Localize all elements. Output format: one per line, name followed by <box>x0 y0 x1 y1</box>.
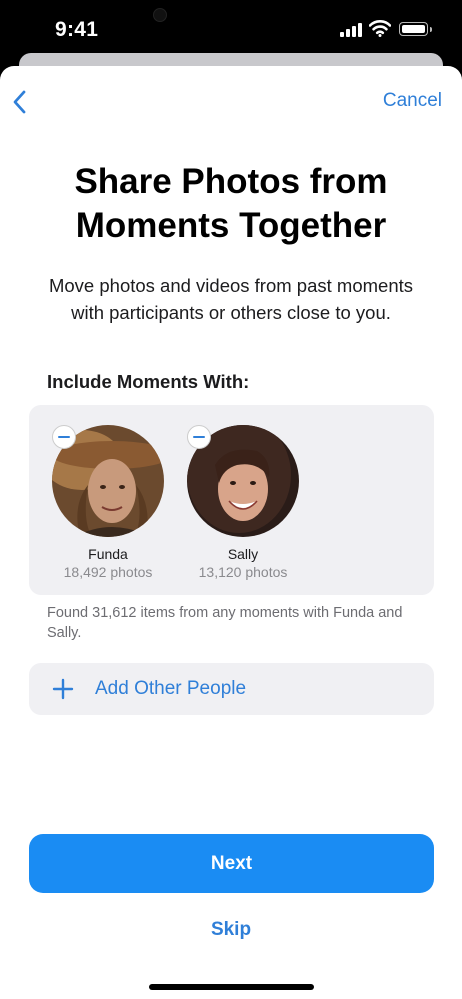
person-funda[interactable]: Funda 18,492 photos <box>52 425 164 580</box>
minus-icon <box>58 436 70 438</box>
person-photo-count: 13,120 photos <box>198 564 288 580</box>
cancel-button[interactable]: Cancel <box>383 90 442 112</box>
remove-sally-button[interactable] <box>187 425 211 449</box>
skip-button[interactable]: Skip <box>0 919 462 941</box>
status-time: 9:41 <box>55 18 99 41</box>
page-subtitle: Move photos and videos from past moments… <box>48 275 413 323</box>
next-button[interactable]: Next <box>29 834 434 893</box>
home-indicator <box>149 984 314 990</box>
plus-icon <box>52 678 74 700</box>
modal-sheet: Cancel Share Photos from Moments Togethe… <box>0 66 462 999</box>
person-sally[interactable]: Sally 13,120 photos <box>187 425 299 580</box>
found-items-note: Found 31,612 items from any moments with… <box>47 605 403 641</box>
cellular-signal-icon <box>340 23 362 37</box>
battery-icon <box>399 22 432 36</box>
person-photo-count: 18,492 photos <box>63 564 153 580</box>
remove-funda-button[interactable] <box>52 425 76 449</box>
add-other-people-label: Add Other People <box>95 678 247 699</box>
person-name: Sally <box>227 546 259 562</box>
back-button[interactable] <box>8 86 32 118</box>
add-other-people-button[interactable]: Add Other People <box>29 663 434 715</box>
status-bar: 9:41 <box>0 0 462 58</box>
minus-icon <box>193 436 205 438</box>
wifi-icon <box>369 20 391 37</box>
people-card: Funda 18,492 photos Sally 13,120 photos <box>29 405 434 595</box>
camera-icon <box>153 8 167 22</box>
chevron-left-icon <box>13 90 26 114</box>
section-heading: Include Moments With: <box>47 371 250 392</box>
page-title: Share Photos from Moments Together <box>74 162 388 245</box>
person-name: Funda <box>88 546 128 562</box>
